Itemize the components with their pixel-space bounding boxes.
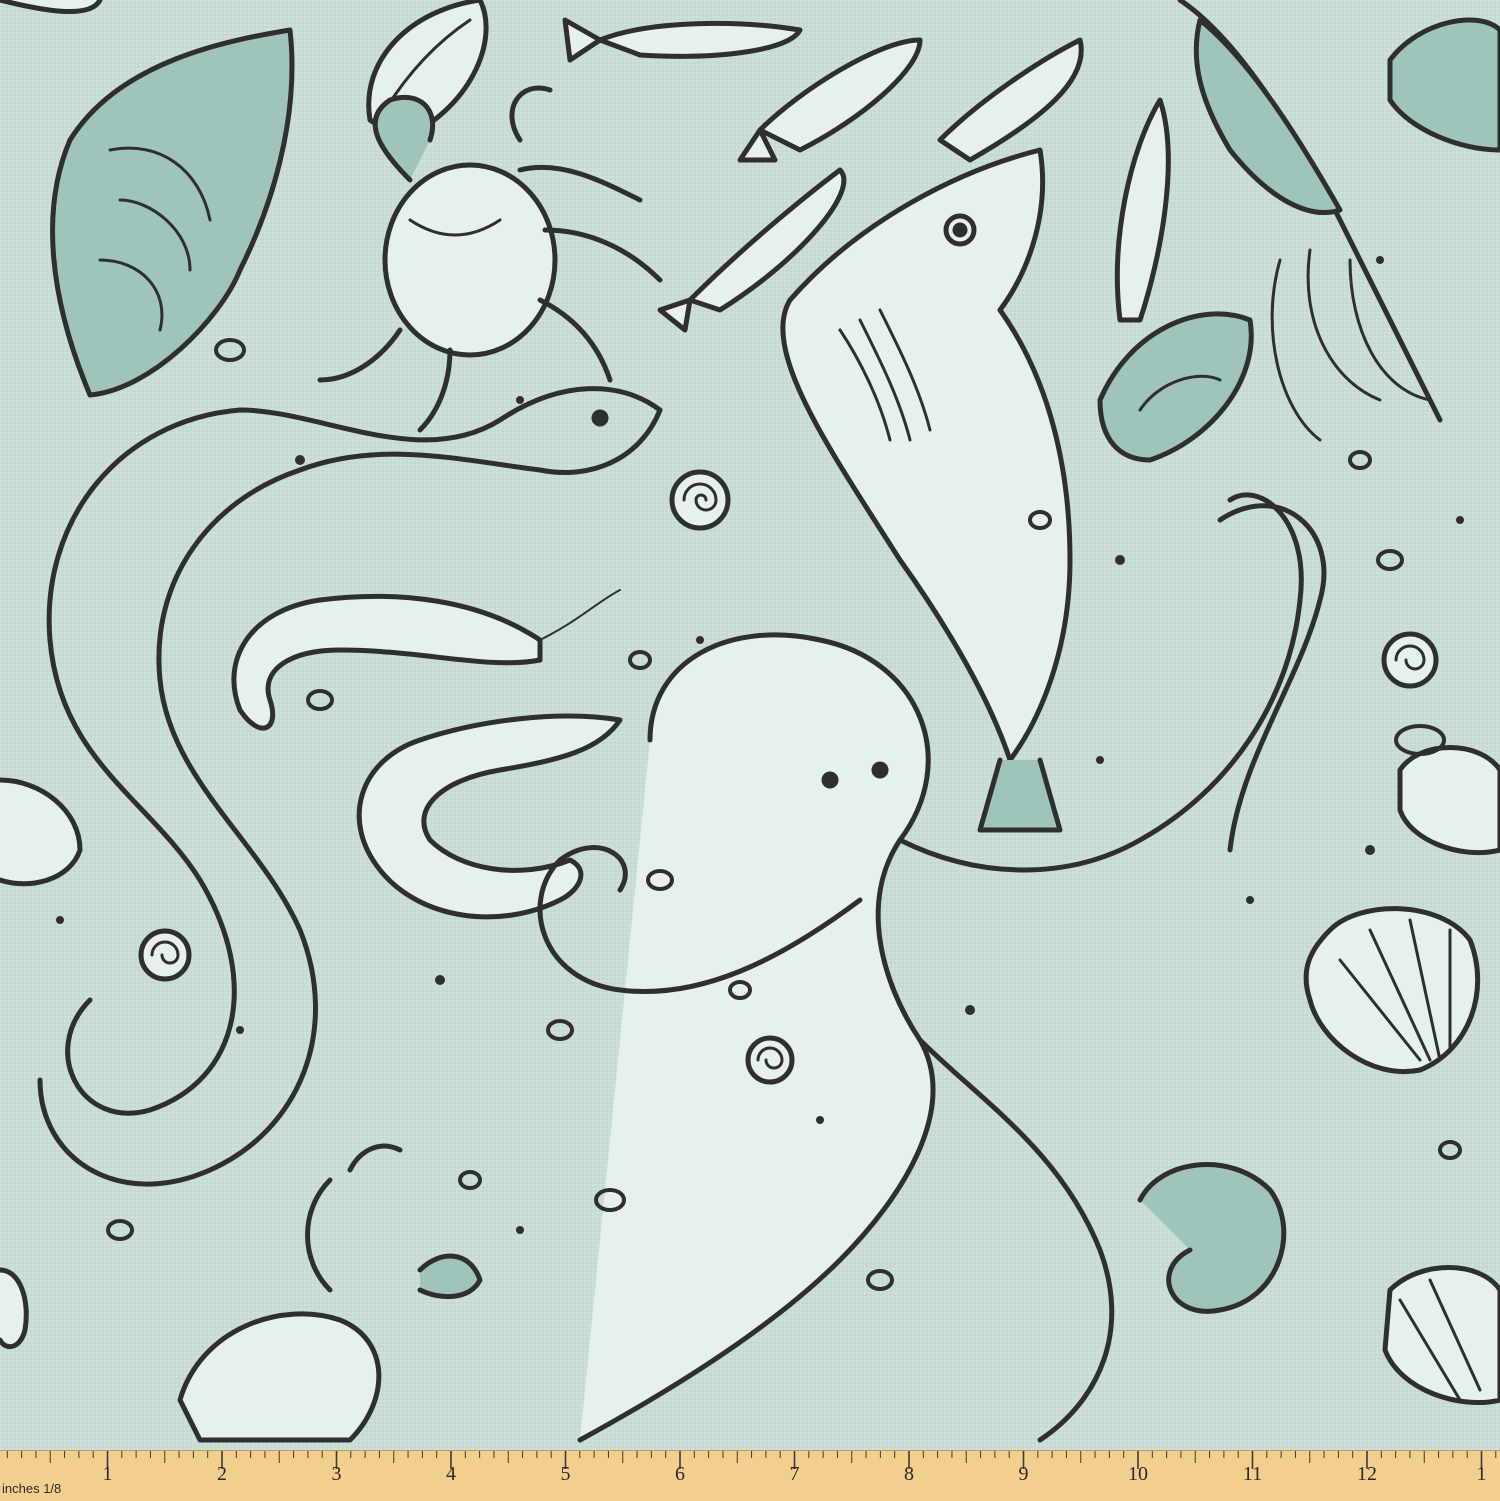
- snail-shell: [1381, 631, 1439, 689]
- ruler-number: 1: [102, 1463, 113, 1485]
- ruler-unit-label: inches 1/8: [2, 1481, 62, 1496]
- ruler-number: 1: [1476, 1463, 1487, 1485]
- measuring-ruler: inches 1/8 1 2 3 4 5 6 7 8 9 10 11 12 1: [0, 1450, 1500, 1501]
- fabric-pattern: [0, 0, 1500, 1450]
- ruler-number: 3: [331, 1463, 342, 1485]
- ruler-number: 11: [1242, 1463, 1263, 1485]
- ruler-number: 2: [217, 1463, 227, 1485]
- ruler-number: 6: [675, 1463, 685, 1485]
- ruler-number: 7: [789, 1463, 800, 1485]
- snail-shell: [138, 928, 192, 982]
- snail-shell: [745, 1035, 795, 1085]
- ruler-number: 12: [1357, 1463, 1377, 1485]
- ruler-number: 9: [1018, 1463, 1029, 1485]
- ruler-number: 5: [560, 1463, 571, 1485]
- snail-shell: [669, 469, 731, 531]
- ruler-number: 10: [1128, 1463, 1148, 1485]
- product-image: inches 1/8 1 2 3 4 5 6 7 8 9 10 11 12 1: [0, 0, 1500, 1501]
- ruler-number: 8: [904, 1463, 914, 1485]
- ruler-number: 4: [446, 1463, 456, 1485]
